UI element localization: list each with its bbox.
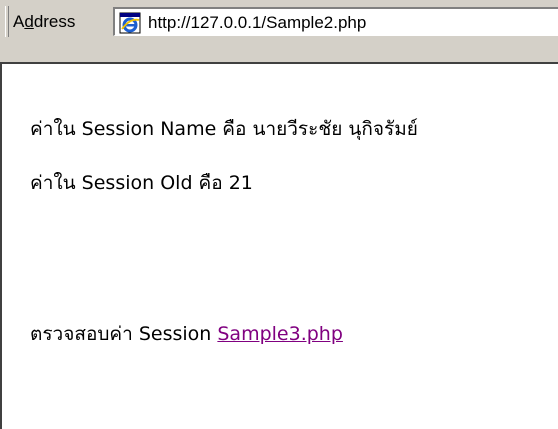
check-session-line: ตรวจสอบค่า Session Sample3.php (30, 319, 343, 349)
sample3-link[interactable]: Sample3.php (217, 323, 343, 345)
address-label-prefix: A (13, 12, 25, 31)
toolbar-bottom-strip (0, 51, 558, 62)
session-name-text: ค่าใน Session Name คือ นายวีระชัย นุกิจร… (30, 118, 418, 140)
url-input[interactable]: http://127.0.0.1/Sample2.php (113, 7, 558, 36)
toolbar-grip[interactable] (5, 6, 9, 37)
ie-page-icon (119, 12, 141, 34)
address-label: Address (13, 12, 75, 32)
address-label-accesskey: d (24, 12, 34, 31)
address-bar: Address http://127.0.0.1/Sample2.php (0, 0, 558, 51)
browser-window: Address http://127.0.0.1/Sample2.php ค่า… (0, 0, 558, 429)
session-old-text: ค่าใน Session Old คือ 21 (30, 172, 253, 194)
address-label-suffix: dress (33, 12, 76, 31)
check-session-label: ตรวจสอบค่า Session (30, 323, 218, 345)
url-text[interactable]: http://127.0.0.1/Sample2.php (148, 13, 366, 33)
